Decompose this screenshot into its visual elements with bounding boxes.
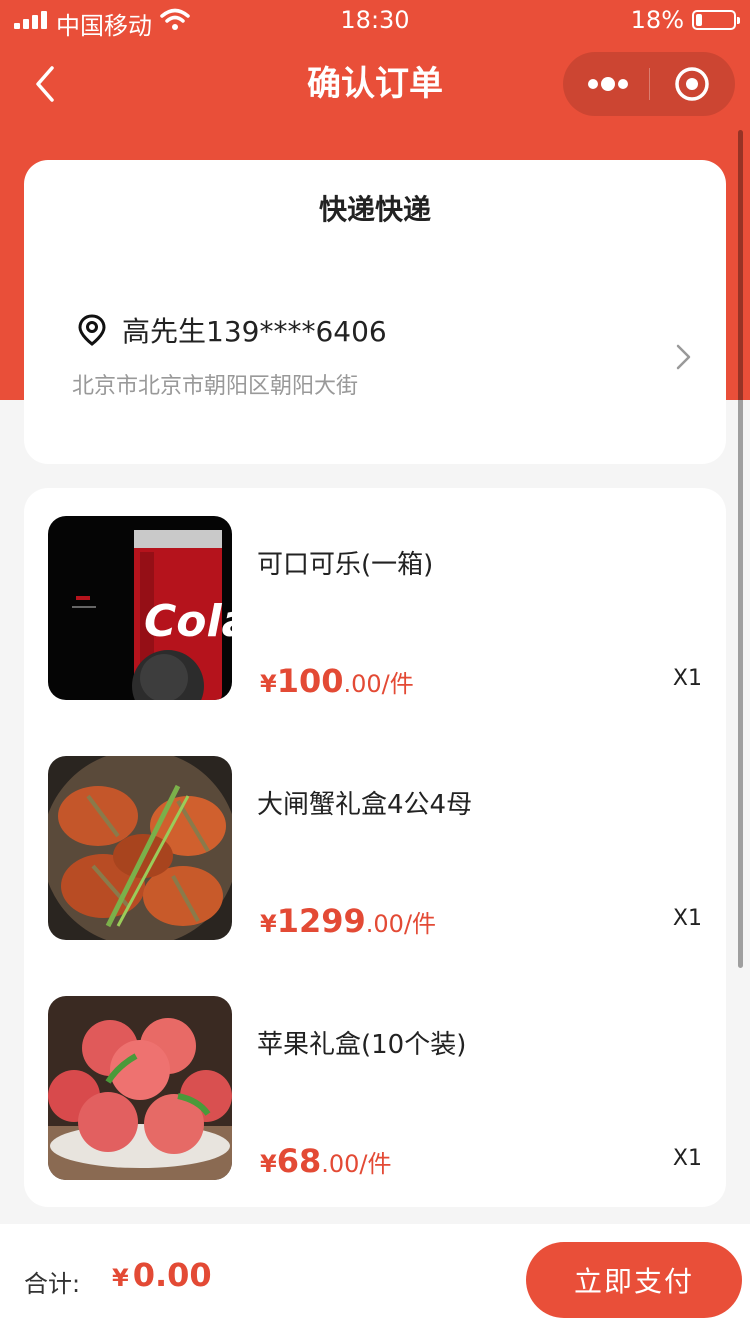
product-price: ¥1299.00/件 [260, 902, 437, 940]
product-quantity: X1 [672, 906, 702, 931]
order-item[interactable]: 苹果礼盒(10个装) ¥68.00/件 X1 [24, 996, 726, 1180]
pay-now-button[interactable]: 立即支付 [526, 1242, 742, 1318]
product-quantity: X1 [672, 1146, 702, 1171]
product-image-apples [48, 996, 232, 1180]
total-label: 合计: [24, 1270, 81, 1298]
product-image-crabs [48, 756, 232, 940]
target-circle-icon[interactable] [673, 65, 711, 103]
recipient-address: 北京市北京市朝阳区朝阳大街 [72, 374, 359, 399]
checkout-bar: 合计: ¥0.00 立即支付 [0, 1224, 750, 1334]
product-image-cola: Cola [48, 516, 232, 700]
product-price: ¥68.00/件 [260, 1142, 392, 1180]
product-name: 大闸蟹礼盒4公4母 [257, 790, 473, 820]
scrollbar[interactable] [738, 130, 743, 968]
svg-text:Cola: Cola [144, 596, 232, 647]
order-item[interactable]: 大闸蟹礼盒4公4母 ¥1299.00/件 X1 [24, 756, 726, 940]
order-item[interactable]: Cola 可口可乐(一箱) ¥100.00/件 X1 [24, 516, 726, 700]
chevron-right-icon[interactable] [672, 342, 694, 372]
battery-icon [692, 10, 740, 30]
battery-percent: 18% [630, 6, 684, 34]
status-bar: 中国移动 18:30 18% [0, 0, 750, 40]
capsule-divider [649, 68, 650, 100]
product-quantity: X1 [672, 666, 702, 691]
product-name: 苹果礼盒(10个装) [257, 1030, 467, 1060]
more-dots-icon[interactable] [585, 72, 631, 96]
product-name: 可口可乐(一箱) [257, 550, 434, 580]
delivery-method-label: 快递快递 [318, 193, 431, 226]
location-pin-icon [78, 314, 106, 346]
order-items-card: Cola 可口可乐(一箱) ¥100.00/件 X1 [24, 488, 726, 1207]
mini-program-capsule [563, 52, 735, 116]
recipient-contact: 高先生139****6406 [122, 315, 387, 348]
product-price: ¥100.00/件 [260, 662, 414, 700]
total-amount: ¥0.00 [112, 1256, 212, 1294]
delivery-address-card[interactable]: 快递快递 高先生139****6406 北京市北京市朝阳区朝阳大街 [24, 160, 726, 464]
